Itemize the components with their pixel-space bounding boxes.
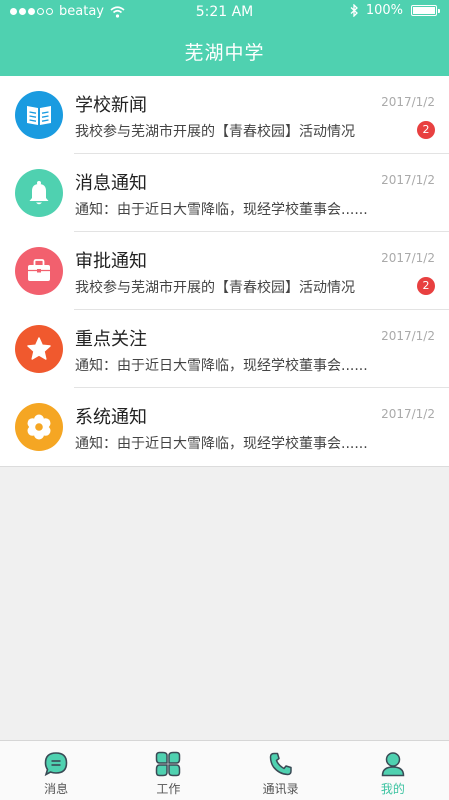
item-date: 2017/1/2 <box>381 407 435 421</box>
list-item-school-news[interactable]: 学校新闻 2017/1/2 我校参与芜湖市开展的【青春校园】活动情况 2 <box>0 76 449 154</box>
item-title: 系统通知 <box>75 407 147 428</box>
item-subtitle: 我校参与芜湖市开展的【青春校园】活动情况 <box>75 280 355 296</box>
gear-icon <box>15 403 63 451</box>
star-icon <box>15 325 63 373</box>
item-subtitle: 通知：由于近日大雪降临，现经学校董事会...... <box>75 202 368 218</box>
item-subtitle: 通知：由于近日大雪降临，现经学校董事会...... <box>75 358 368 374</box>
item-subtitle: 通知：由于近日大雪降临，现经学校董事会...... <box>75 436 368 452</box>
bottom-tab-bar: 消息 工作 通讯录 我的 <box>0 740 449 800</box>
tab-label: 工作 <box>156 782 181 796</box>
status-right: 100% <box>350 3 440 18</box>
phone-icon <box>267 750 295 778</box>
tab-label: 我的 <box>380 782 405 796</box>
battery-icon <box>411 5 440 16</box>
tab-contacts[interactable]: 通讯录 <box>225 741 337 800</box>
user-icon <box>379 750 407 778</box>
bell-icon <box>15 169 63 217</box>
list-item-approval-notice[interactable]: 审批通知 2017/1/2 我校参与芜湖市开展的【青春校园】活动情况 2 <box>0 232 449 310</box>
tab-mine[interactable]: 我的 <box>337 741 449 800</box>
item-date: 2017/1/2 <box>381 95 435 109</box>
item-title: 重点关注 <box>75 329 147 350</box>
chat-icon <box>42 750 70 778</box>
book-icon <box>15 91 63 139</box>
tab-messages[interactable]: 消息 <box>0 741 112 800</box>
clover-icon <box>154 750 182 778</box>
unread-badge: 2 <box>417 121 435 139</box>
status-bar: beatay 5:21 AM 100% <box>0 0 449 24</box>
app-header: beatay 5:21 AM 100% 芜湖中学 <box>0 0 449 76</box>
page-title: 芜湖中学 <box>184 42 265 64</box>
tab-work[interactable]: 工作 <box>112 741 224 800</box>
unread-badge: 2 <box>417 277 435 295</box>
bluetooth-icon <box>350 4 358 17</box>
item-date: 2017/1/2 <box>381 251 435 265</box>
item-date: 2017/1/2 <box>381 329 435 343</box>
message-list: 学校新闻 2017/1/2 我校参与芜湖市开展的【青春校园】活动情况 2 消息通… <box>0 76 449 467</box>
list-item-message-notice[interactable]: 消息通知 2017/1/2 通知：由于近日大雪降临，现经学校董事会...... <box>0 154 449 232</box>
item-title: 学校新闻 <box>75 95 147 116</box>
list-item-system-notice[interactable]: 系统通知 2017/1/2 通知：由于近日大雪降临，现经学校董事会...... <box>0 388 449 466</box>
item-subtitle: 我校参与芜湖市开展的【青春校园】活动情况 <box>75 124 355 140</box>
item-title: 审批通知 <box>75 251 147 272</box>
tab-label: 消息 <box>44 782 69 796</box>
list-item-key-focus[interactable]: 重点关注 2017/1/2 通知：由于近日大雪降临，现经学校董事会...... <box>0 310 449 388</box>
item-title: 消息通知 <box>75 173 147 194</box>
item-date: 2017/1/2 <box>381 173 435 187</box>
tab-label: 通讯录 <box>262 782 299 796</box>
battery-label: 100% <box>365 3 403 18</box>
briefcase-icon <box>15 247 63 295</box>
